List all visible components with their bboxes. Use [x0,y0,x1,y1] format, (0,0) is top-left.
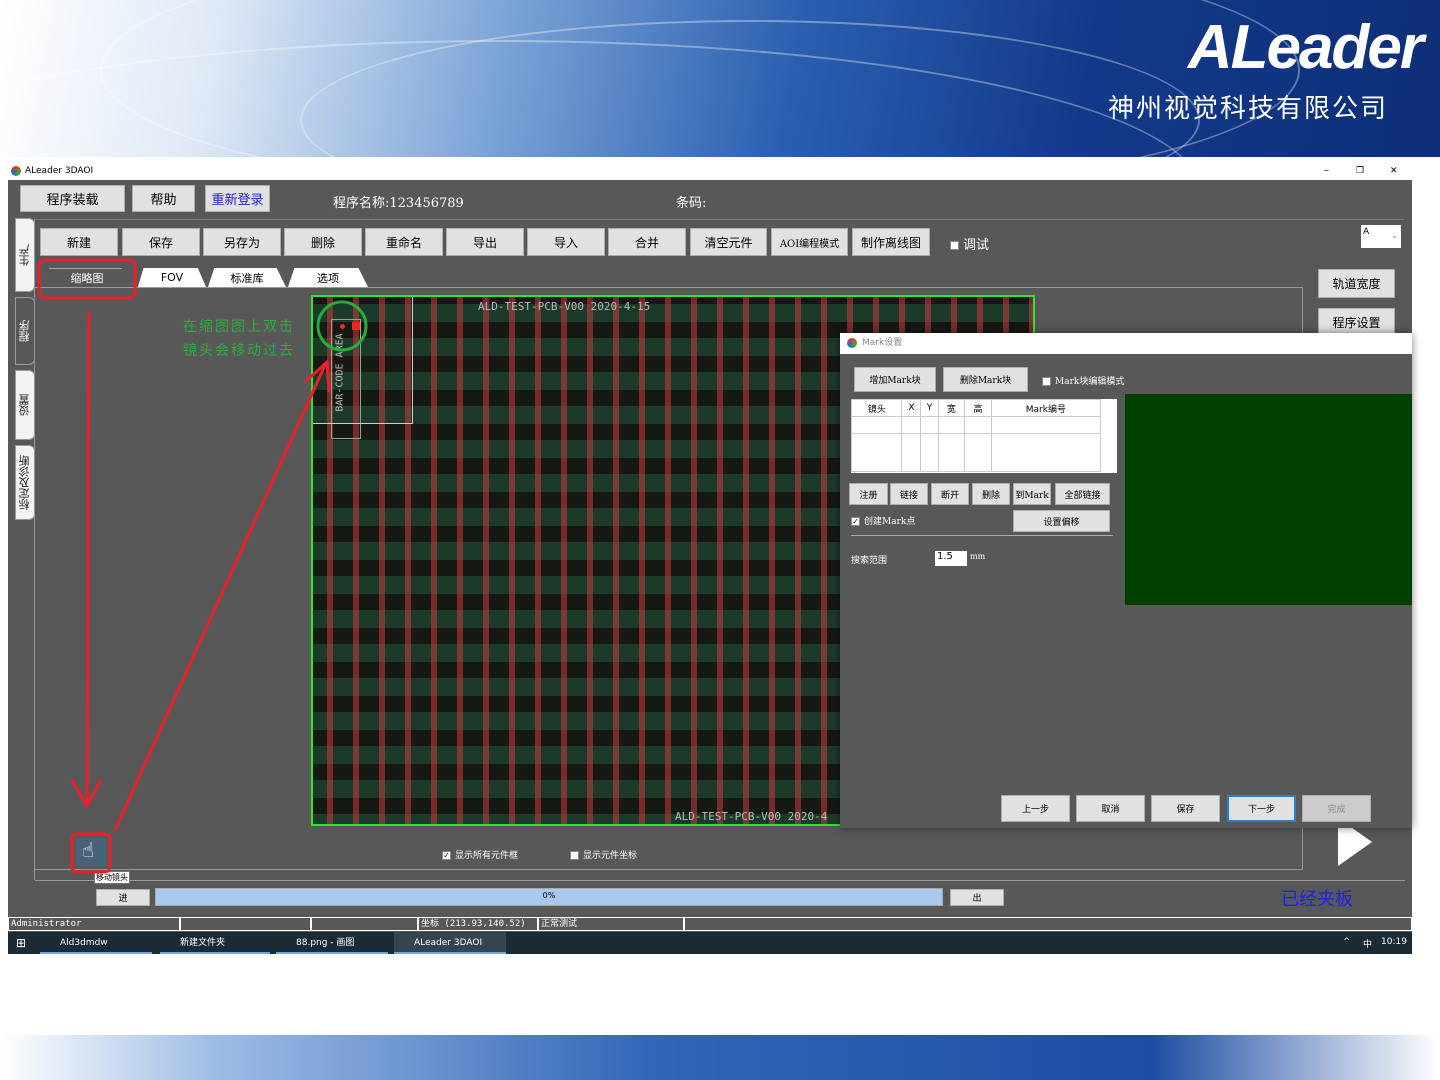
annotation-overlay [37,258,368,874]
highlight-box [37,258,137,300]
highlight-box [70,832,112,874]
windows-start-icon[interactable]: ⊞ [16,937,26,949]
taskbar-item[interactable]: 88.png - 画图 [276,932,388,954]
arrow-down [70,311,103,810]
arrow-diagonal [113,358,331,831]
ime-indicator[interactable]: 中 [1363,937,1372,950]
taskbar-item[interactable]: 新建文件夹 [160,932,270,954]
taskbar-item-active[interactable]: ALeader 3DAOI [394,932,506,954]
highlight-circle [316,300,368,352]
taskbar: ⊞ Ald3dmdw 新建文件夹 88.png - 画图 ALeader 3DA… [8,932,1412,954]
taskbar-item[interactable]: Ald3dmdw [40,932,152,954]
footer-banner [0,1035,1440,1080]
clock[interactable]: 10:19 [1381,937,1407,947]
tray-chevron-icon[interactable]: ^ [1343,937,1351,947]
